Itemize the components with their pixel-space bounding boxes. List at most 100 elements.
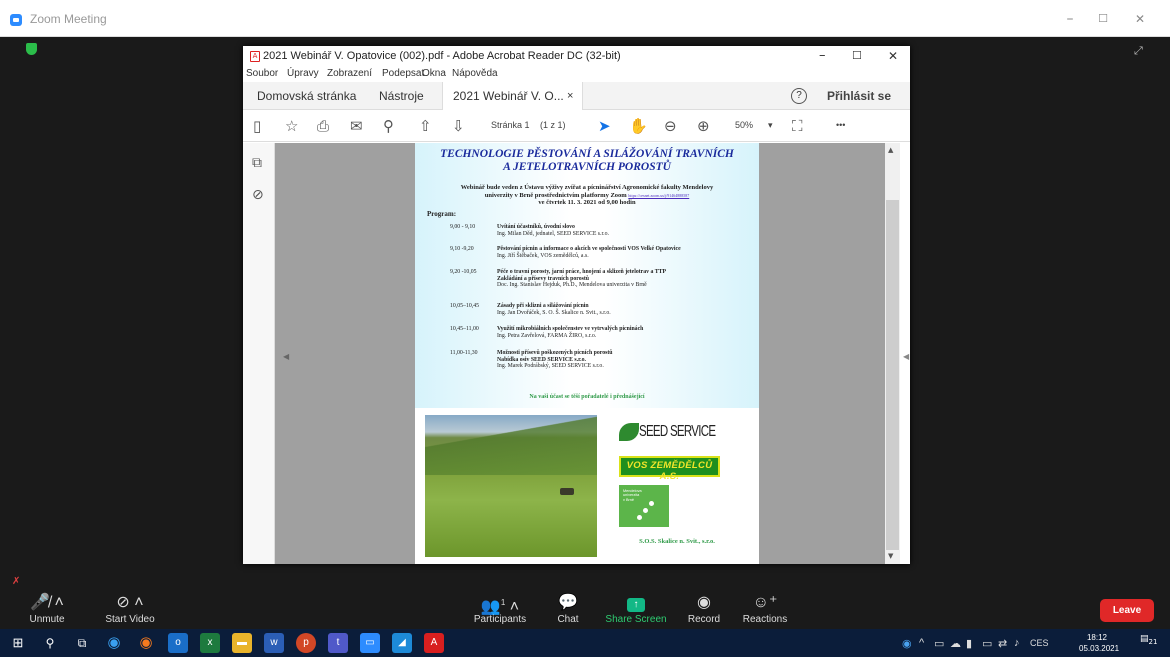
- copy-pages-icon[interactable]: ⧉: [252, 155, 262, 171]
- acrobat-minimize-button[interactable]: –: [819, 48, 826, 63]
- teams-icon[interactable]: t: [328, 633, 348, 653]
- notification-count: 21: [1148, 637, 1158, 646]
- mendel-university-logo: Mendelova univerzita v Brně: [619, 485, 669, 527]
- menu-okna[interactable]: Okna: [422, 68, 446, 79]
- start-video-button[interactable]: ⊘ ˄ Start Video: [95, 592, 165, 625]
- more-tools-icon[interactable]: •••: [836, 120, 845, 130]
- tab-close-icon[interactable]: ×: [567, 82, 573, 110]
- chat-icon: 💬: [558, 594, 578, 611]
- program-topic: Pěstování pícnin a informace o akcích ve…: [497, 246, 681, 252]
- notifications-icon[interactable]: ▤21: [1140, 634, 1158, 652]
- language-indicator[interactable]: CES: [1030, 638, 1049, 648]
- encryption-shield-icon[interactable]: [26, 43, 37, 55]
- photos-icon[interactable]: ◢: [392, 633, 412, 653]
- tab-tools[interactable]: Nástroje: [379, 82, 424, 110]
- record-button[interactable]: ◉ Record: [684, 592, 724, 625]
- acrobat-maximize-button[interactable]: ☐: [852, 49, 862, 62]
- onedrive-icon[interactable]: ☁: [950, 637, 961, 650]
- volume-icon[interactable]: ♪: [1014, 637, 1020, 649]
- share-screen-button[interactable]: ↑ Share Screen: [605, 592, 667, 625]
- menu-napoveda[interactable]: Nápověda: [452, 68, 498, 79]
- intro-line-2-text: univerzity v Brně prostřednictvím platfo…: [484, 191, 627, 199]
- scroll-up-icon[interactable]: ▲: [888, 146, 893, 154]
- acrobat-title: 2021 Webinář V. Opatovice (002).pdf - Ad…: [263, 50, 621, 62]
- meet-now-icon[interactable]: ▭: [934, 637, 944, 650]
- tray-expand-icon[interactable]: ^: [919, 637, 924, 649]
- program-speaker: Ing. Marek Podrábský, SEED SERVICE s.r.o…: [497, 363, 604, 370]
- reactions-icon: ☺⁺: [752, 594, 778, 611]
- firefox-icon[interactable]: ◉: [136, 633, 156, 653]
- network-icon[interactable]: ⇄: [998, 637, 1007, 650]
- help-icon[interactable]: ?: [791, 88, 807, 104]
- program-speaker: Ing. Milan Děd, jednatel, SEED SERVICE s…: [497, 230, 609, 237]
- outlook-icon[interactable]: o: [168, 633, 188, 653]
- attachment-icon[interactable]: ⊘: [252, 187, 264, 203]
- program-time: 9,00 - 9,10: [450, 224, 476, 230]
- reactions-button[interactable]: ☺⁺ Reactions: [740, 592, 790, 625]
- fit-page-icon[interactable]: ⛶: [792, 117, 803, 135]
- print-icon[interactable]: ⎙: [317, 117, 329, 135]
- intro-line-2: univerzity v Brně prostřednictvím platfo…: [425, 192, 749, 200]
- select-cursor-icon[interactable]: ➤: [598, 117, 611, 135]
- unmute-label: Unmute: [29, 614, 65, 625]
- save-icon[interactable]: ▯: [253, 117, 261, 135]
- minimize-button[interactable]: –: [1055, 9, 1085, 29]
- maximize-button[interactable]: ☐: [1088, 9, 1118, 29]
- zoom-in-icon[interactable]: ⊕: [697, 117, 710, 135]
- acrobat-taskbar-icon[interactable]: A: [424, 633, 444, 653]
- close-button[interactable]: ✕: [1125, 9, 1155, 29]
- collapse-right-icon[interactable]: ◀: [903, 352, 909, 361]
- signin-link[interactable]: Přihlásit se: [827, 82, 891, 110]
- edge-browser-icon[interactable]: ◉: [104, 633, 124, 653]
- bookmark-star-icon[interactable]: ☆: [285, 117, 298, 135]
- program-topic: Zakládání a přísevy travních porostů: [497, 275, 590, 282]
- windows-start-icon[interactable]: ⊞: [8, 633, 28, 653]
- chat-label: Chat: [557, 614, 579, 625]
- menu-upravy[interactable]: Úpravy: [287, 68, 319, 79]
- task-view-icon[interactable]: ⧉: [72, 633, 92, 653]
- page-down-icon[interactable]: ⇩: [452, 117, 465, 135]
- participants-button[interactable]: 👥1 ˄ Participants: [460, 592, 540, 625]
- acrobat-side-panel: ⧉ ⊘: [243, 143, 275, 564]
- search-icon[interactable]: ⚲: [40, 633, 60, 653]
- menu-zobrazeni[interactable]: Zobrazení: [327, 68, 372, 79]
- excel-icon[interactable]: x: [200, 633, 220, 653]
- logo-dot: [649, 501, 654, 506]
- leave-button[interactable]: Leave: [1100, 599, 1154, 622]
- zoom-taskbar-icon[interactable]: ▭: [360, 633, 380, 653]
- tab-home[interactable]: Domovská stránka: [257, 82, 356, 110]
- powerpoint-icon[interactable]: p: [296, 633, 316, 653]
- fullscreen-icon[interactable]: ⤢: [1134, 44, 1143, 58]
- taskbar-clock[interactable]: 18:12 05.03.2021: [1079, 632, 1119, 654]
- usb-icon[interactable]: ▮: [966, 637, 972, 650]
- menu-podepsat[interactable]: Podepsat: [382, 68, 424, 79]
- scroll-down-icon[interactable]: ▼: [888, 552, 893, 560]
- collapse-left-icon[interactable]: ◀: [283, 352, 289, 361]
- program-topic: Nabídka osiv SEED SERVICE s.r.o.: [497, 356, 586, 363]
- help-tray-icon[interactable]: ◉: [902, 637, 912, 650]
- zoom-logo-icon: [10, 14, 22, 26]
- unmute-button[interactable]: 🎤̸ ˄ Unmute: [24, 592, 70, 625]
- share-screen-label: Share Screen: [605, 614, 667, 625]
- tab-document[interactable]: 2021 Webinář V. O... ×: [442, 82, 583, 110]
- word-icon[interactable]: w: [264, 633, 284, 653]
- muted-mic-icon: 🎤̸ ˄: [30, 594, 64, 611]
- acrobat-close-button[interactable]: ✕: [888, 49, 898, 63]
- menu-soubor[interactable]: Soubor: [246, 68, 278, 79]
- zoom-level[interactable]: 50%: [735, 120, 753, 130]
- scrollbar-thumb[interactable]: [886, 200, 899, 550]
- zoom-link[interactable]: https://cesnet.zoom.us/j/91464888587: [628, 193, 689, 198]
- tab-document-label: 2021 Webinář V. O...: [453, 89, 564, 103]
- page-up-icon[interactable]: ⇧: [419, 117, 432, 135]
- battery-icon[interactable]: ▭: [982, 637, 992, 650]
- zoom-search-icon[interactable]: ⚲: [383, 117, 394, 135]
- zoom-out-icon[interactable]: ⊖: [664, 117, 677, 135]
- hand-tool-icon[interactable]: ✋: [629, 117, 648, 135]
- email-icon[interactable]: ✉: [350, 117, 363, 135]
- chat-button[interactable]: 💬 Chat: [553, 592, 583, 625]
- zoom-dropdown-icon[interactable]: ▾: [768, 120, 773, 131]
- page-number[interactable]: Stránka 1: [491, 120, 530, 130]
- acrobat-menubar: Soubor Úpravy Zobrazení Podepsat Okna Ná…: [243, 66, 910, 82]
- file-explorer-icon[interactable]: ▬: [232, 633, 252, 653]
- windows-taskbar: ⊞ ⚲ ⧉ ◉ ◉ o x ▬ w p t ▭ ◢ A ◉ ^ ▭ ☁ ▮ ▭ …: [0, 629, 1170, 657]
